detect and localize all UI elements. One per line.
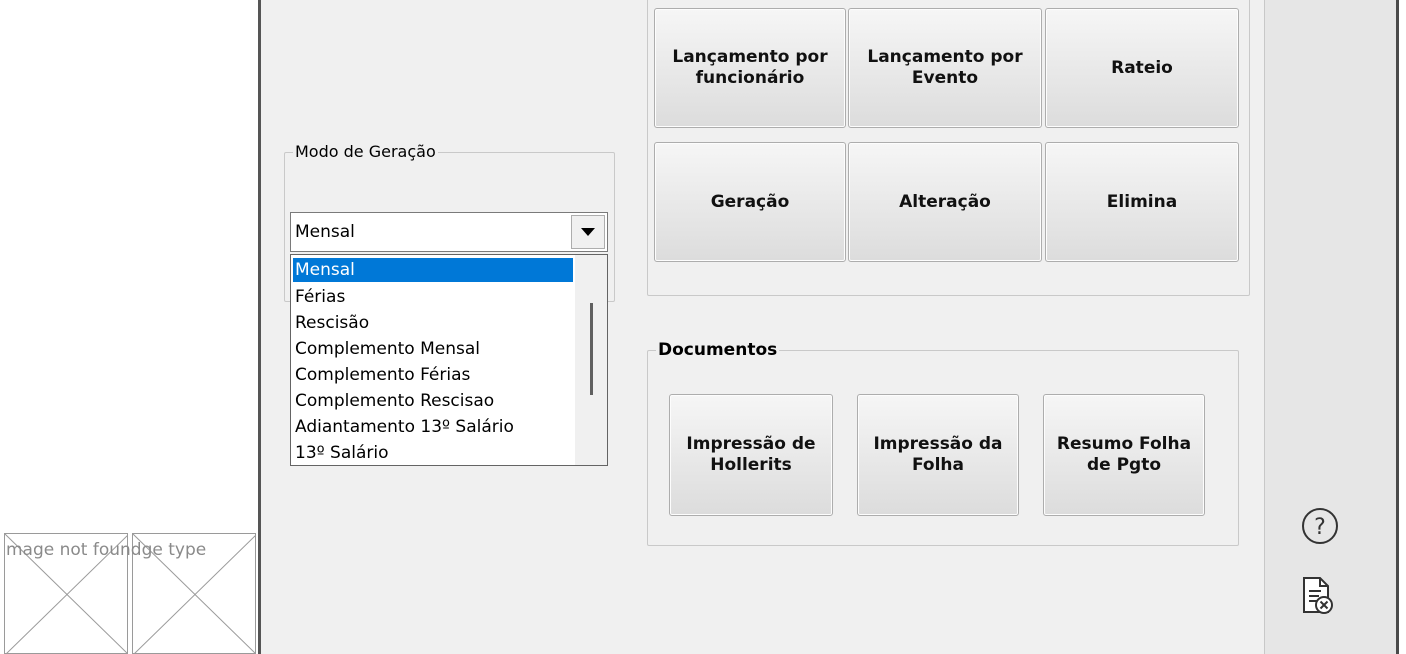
broken-image-2 [132,533,256,654]
dropdown-arrow-button[interactable] [571,215,605,249]
option-mensal[interactable]: Mensal [293,258,573,282]
dropdown-scrollbar[interactable] [575,255,607,465]
modo-geracao-dropdown-list: Mensal Férias Rescisão Complemento Mensa… [290,254,608,466]
option-13-salario[interactable]: 13º Salário [293,441,389,465]
option-adiantamento-13[interactable]: Adiantamento 13º Salário [293,415,514,439]
resumo-folha-button[interactable]: Resumo Folha de Pgto [1043,394,1205,516]
alteracao-button[interactable]: Alteração [848,142,1042,262]
geracao-button[interactable]: Geração [654,142,846,262]
option-ferias[interactable]: Férias [293,285,345,309]
combo-selected-value: Mensal [295,222,355,242]
option-rescisao[interactable]: Rescisão [293,311,369,335]
rateio-button[interactable]: Rateio [1045,8,1239,128]
elimina-button[interactable]: Elimina [1045,142,1239,262]
lancamento-funcionario-button[interactable]: Lançamento por funcionário [654,8,846,128]
help-circle-icon[interactable]: ? [1300,506,1340,550]
right-toolbar [1264,0,1396,654]
impressao-hollerits-button[interactable]: Impressão de Hollerits [669,394,833,516]
option-complemento-rescisao[interactable]: Complemento Rescisao [293,389,494,413]
chevron-down-icon [581,228,595,236]
modo-geracao-legend: Modo de Geração [293,142,438,162]
document-cancel-icon[interactable] [1301,576,1335,620]
outer-margin [1399,0,1406,654]
option-complemento-mensal[interactable]: Complemento Mensal [293,337,480,361]
modo-geracao-select[interactable]: Mensal [290,212,608,252]
svg-text:?: ? [1314,515,1326,540]
lancamento-evento-button[interactable]: Lançamento por Evento [848,8,1042,128]
scroll-thumb[interactable] [590,303,593,395]
broken-image-1 [4,533,128,654]
impressao-folha-button[interactable]: Impressão da Folha [857,394,1019,516]
documentos-legend: Documentos [656,340,780,360]
option-complemento-ferias[interactable]: Complemento Férias [293,363,470,387]
